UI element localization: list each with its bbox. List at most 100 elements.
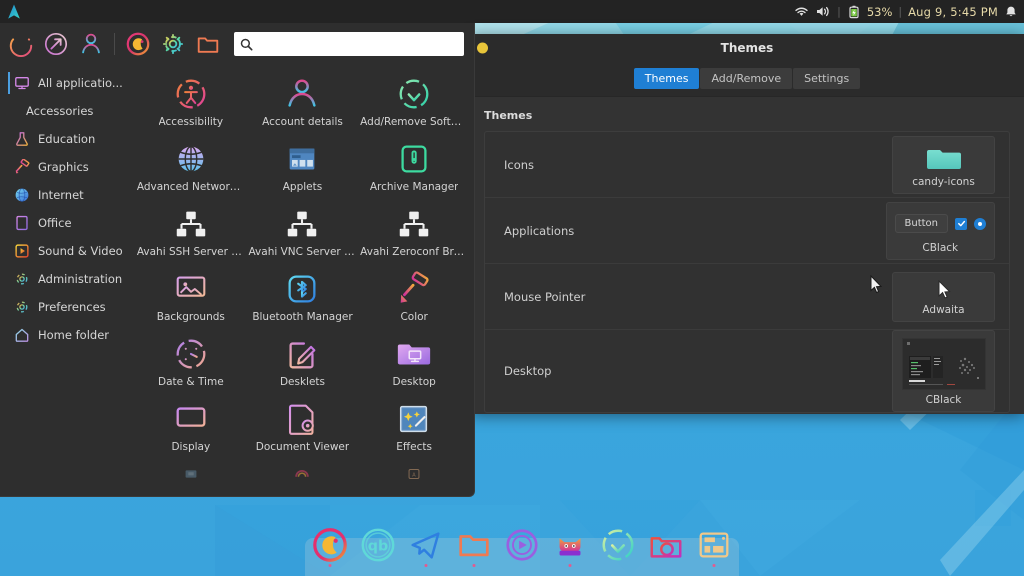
dock-item-file-manager[interactable]	[454, 525, 494, 565]
power-icon[interactable]	[8, 31, 34, 57]
sidebar-item-label: Preferences	[38, 300, 106, 314]
window-tabs: Themes Add/Remove Settings	[470, 61, 1024, 97]
backgrounds-icon	[172, 270, 210, 308]
sidebar-item-label: Home folder	[38, 328, 109, 342]
app-item-applets[interactable]: Applets	[247, 136, 359, 201]
app-item-label: Avahi VNC Server Brow...	[248, 246, 356, 258]
tab-settings[interactable]: Settings	[793, 68, 860, 89]
tab-add-remove[interactable]: Add/Remove	[700, 68, 792, 89]
dock-item-camera[interactable]	[646, 525, 686, 565]
app-item-color[interactable]: Color	[358, 266, 470, 331]
app-item-clipped-1[interactable]	[135, 461, 247, 483]
app-item-effects[interactable]: Effects	[358, 396, 470, 461]
monitor-icon	[14, 75, 30, 91]
app-item-advanced-network-config[interactable]: Advanced Network Con...	[135, 136, 247, 201]
dock-item-firefox[interactable]	[310, 525, 350, 565]
screenshot-preview	[902, 337, 986, 391]
sidebar-item-administration[interactable]: Administration	[0, 265, 131, 293]
globe-icon	[14, 187, 30, 203]
icons-theme-button[interactable]: candy-icons	[892, 136, 995, 194]
user-icon[interactable]	[78, 31, 104, 57]
sidebar-item-label: Administration	[38, 272, 122, 286]
battery-charging-icon[interactable]	[847, 5, 861, 19]
app-item-display[interactable]: Display	[135, 396, 247, 461]
display-monitor-icon	[172, 400, 210, 438]
running-indicator	[473, 564, 476, 567]
app-item-desklets[interactable]: Desklets	[247, 331, 359, 396]
tab-themes[interactable]: Themes	[634, 68, 700, 89]
search-input[interactable]	[258, 37, 458, 51]
logout-icon[interactable]	[43, 31, 69, 57]
dock-item-image-editor[interactable]	[550, 525, 590, 565]
volume-icon[interactable]	[815, 5, 831, 18]
paint-roller-icon	[14, 159, 30, 175]
clock-label[interactable]: Aug 9, 5:45 PM	[908, 5, 998, 19]
running-indicator	[569, 564, 572, 567]
clipped-row-icon-2	[283, 465, 321, 483]
file-manager-icon	[455, 526, 493, 564]
app-item-date-time[interactable]: Date & Time	[135, 331, 247, 396]
sidebar-item-sound-video[interactable]: Sound & Video	[0, 237, 131, 265]
sidebar-item-accessories[interactable]: Accessories	[0, 97, 131, 125]
app-item-label: Date & Time	[158, 376, 224, 388]
bluetooth-icon	[283, 270, 321, 308]
settings-gear-icon[interactable]	[160, 31, 186, 57]
window-status-dot[interactable]	[477, 42, 488, 53]
desktop-thumbnail	[902, 338, 986, 390]
dock-item-window-manager[interactable]	[694, 525, 734, 565]
sidebar-item-education[interactable]: Education	[0, 125, 131, 153]
network-tree-icon	[172, 205, 210, 243]
folder-icon[interactable]	[195, 31, 221, 57]
sidebar-item-label: Graphics	[38, 160, 89, 174]
sidebar-item-home-folder[interactable]: Home folder	[0, 321, 131, 349]
running-indicator	[713, 564, 716, 567]
sidebar-item-office[interactable]: Office	[0, 209, 131, 237]
app-item-add-remove-software[interactable]: Add/Remove Software	[358, 71, 470, 136]
app-item-archive-manager[interactable]: Archive Manager	[358, 136, 470, 201]
menu-header	[0, 23, 474, 65]
app-item-bluetooth-manager[interactable]: Bluetooth Manager	[247, 266, 359, 331]
search-input-container[interactable]	[234, 32, 464, 56]
sidebar-item-graphics[interactable]: Graphics	[0, 153, 131, 181]
camera-icon	[647, 526, 685, 564]
svg-text:qb: qb	[368, 539, 388, 555]
app-item-backgrounds[interactable]: Backgrounds	[135, 266, 247, 331]
bell-icon[interactable]	[1004, 5, 1018, 19]
sidebar-item-preferences[interactable]: Preferences	[0, 293, 131, 321]
app-item-document-viewer[interactable]: Document Viewer	[247, 396, 359, 461]
app-item-label: Accessibility	[159, 116, 224, 128]
sidebar-item-all-applications[interactable]: All applicatio...	[0, 69, 131, 97]
app-item-avahi-ssh-server-browser[interactable]: Avahi SSH Server Brow...	[135, 201, 247, 266]
wifi-icon[interactable]	[794, 5, 809, 18]
arch-logo-icon[interactable]	[4, 2, 24, 22]
accessibility-icon	[172, 75, 210, 113]
dock-item-telegram[interactable]	[406, 525, 446, 565]
telegram-icon	[407, 526, 445, 564]
running-indicator	[425, 564, 428, 567]
download-circle-icon	[395, 75, 433, 113]
app-item-account-details[interactable]: Account details	[247, 71, 359, 136]
applications-theme-button[interactable]: Button CBlack	[886, 202, 996, 260]
download-icon	[599, 526, 637, 564]
sidebar-item-internet[interactable]: Internet	[0, 181, 131, 209]
desklets-pencil-icon	[283, 335, 321, 373]
theme-row-applications: Applications Button CBlack	[485, 198, 1009, 264]
app-item-avahi-zeroconf-browser[interactable]: Avahi Zeroconf Browser	[358, 201, 470, 266]
app-item-label: Applets	[283, 181, 322, 193]
dock-item-qbittorrent[interactable]: qb	[358, 525, 398, 565]
gimp-cat-icon	[551, 526, 589, 564]
app-item-accessibility[interactable]: Accessibility	[135, 71, 247, 136]
app-item-clipped-2[interactable]	[247, 461, 359, 483]
category-sidebar: All applicatio... Accessories Education	[0, 65, 131, 496]
app-item-desktop[interactable]: Desktop	[358, 331, 470, 396]
firefox-icon[interactable]	[125, 31, 151, 57]
app-item-label: Document Viewer	[256, 441, 349, 453]
desktop-folder-icon	[395, 335, 433, 373]
mouse-pointer-theme-button[interactable]: Adwaita	[892, 272, 995, 322]
window-titlebar[interactable]: Themes	[470, 34, 1024, 61]
desktop-theme-button[interactable]: CBlack	[892, 330, 995, 412]
app-item-clipped-3[interactable]: A	[358, 461, 470, 483]
dock-item-media-player[interactable]	[502, 525, 542, 565]
app-item-avahi-vnc-server-browser[interactable]: Avahi VNC Server Brow...	[247, 201, 359, 266]
dock-item-downloader[interactable]	[598, 525, 638, 565]
